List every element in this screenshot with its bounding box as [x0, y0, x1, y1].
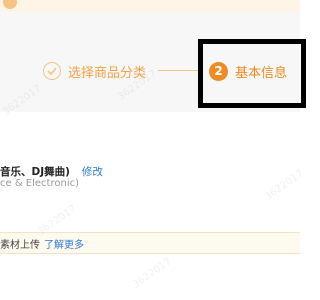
banner-badge-icon	[3, 0, 17, 9]
step-number-badge: 2	[209, 61, 228, 81]
learn-more-link[interactable]: 了解更多	[44, 236, 84, 251]
watermark: 3622017	[130, 256, 174, 291]
step-select-category-label: 选择商品分类	[68, 65, 147, 81]
category-english: ce & Electronic)	[0, 178, 79, 189]
step-connector	[158, 70, 200, 71]
notice-bar: 素材上传 了解更多	[0, 232, 300, 254]
check-circle-icon	[43, 62, 61, 80]
step-basic-info: 2 基本信息	[209, 61, 287, 81]
notice-text: 素材上传	[0, 239, 40, 251]
category-path: 音乐、DJ舞曲)	[0, 165, 70, 178]
watermark: 3622017	[262, 168, 306, 203]
step-basic-info-label: 基本信息	[235, 65, 288, 81]
step-select-category[interactable]: 选择商品分类	[43, 61, 146, 81]
modify-category-link[interactable]: 修改	[82, 164, 103, 179]
top-banner	[0, 0, 300, 12]
